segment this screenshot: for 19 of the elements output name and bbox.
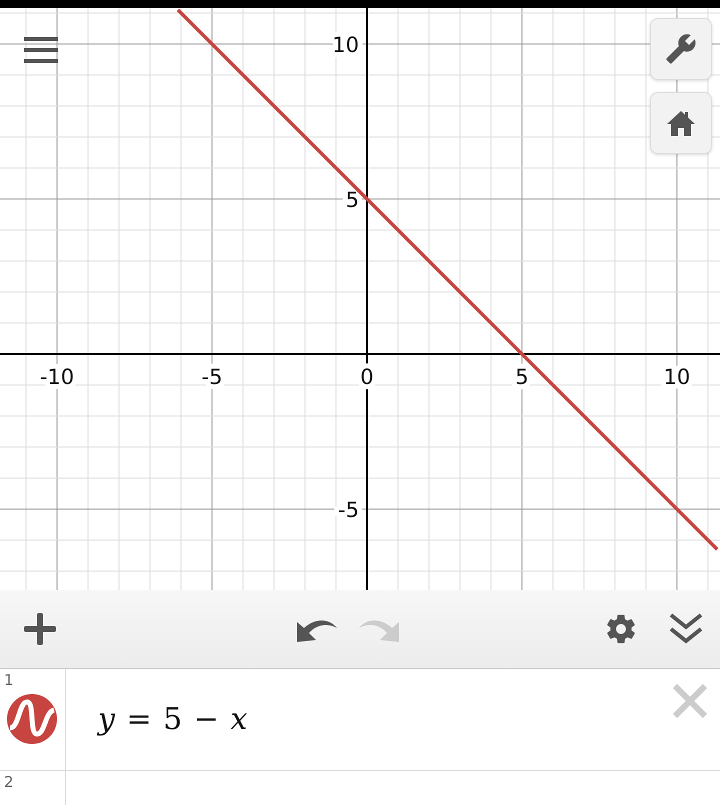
add-icon[interactable] [23, 612, 57, 646]
x-tick-label: 5 [515, 365, 529, 390]
y-tick-label: 10 [332, 32, 359, 57]
expression-number: 1 [4, 671, 14, 689]
expression-text[interactable]: y = 5 − x [98, 702, 248, 737]
x-tick-label: -5 [202, 365, 222, 390]
x-tick-label: -10 [40, 365, 74, 390]
menu-icon[interactable] [24, 37, 58, 63]
x-tick-label: 10 [664, 365, 690, 390]
settings-button[interactable] [650, 18, 712, 80]
sine-wave-icon[interactable] [7, 694, 57, 744]
collapse-icon[interactable] [668, 612, 704, 646]
home-icon [666, 109, 696, 137]
home-button[interactable] [650, 92, 712, 154]
wrench-icon [665, 33, 697, 65]
settings-icon[interactable] [604, 612, 638, 646]
expression-number: 2 [4, 773, 14, 791]
y-tick-label: 5 [346, 188, 359, 212]
y-tick-label: -5 [338, 498, 359, 522]
